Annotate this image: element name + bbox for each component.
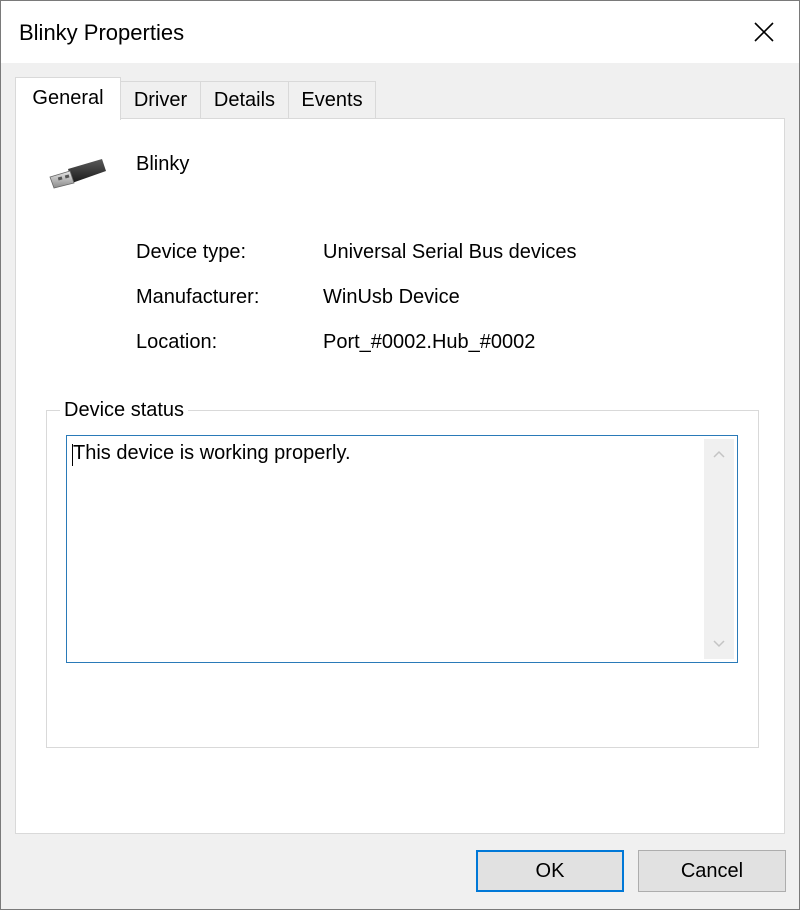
manufacturer-value: WinUsb Device xyxy=(323,286,460,308)
properties-dialog: Blinky Properties General Driver Details… xyxy=(0,0,800,910)
tab-events[interactable]: Events xyxy=(288,81,376,118)
cancel-button[interactable]: Cancel xyxy=(638,850,786,892)
tab-driver[interactable]: Driver xyxy=(120,81,201,118)
general-tab-panel: Blinky Device type: Universal Serial Bus… xyxy=(15,118,785,834)
device-status-textbox[interactable]: This device is working properly. xyxy=(66,435,738,663)
device-name: Blinky xyxy=(136,153,190,175)
location-label: Location: xyxy=(136,331,218,353)
chevron-up-icon xyxy=(713,450,725,458)
device-status-text: This device is working properly. xyxy=(73,442,351,464)
window-title: Blinky Properties xyxy=(19,20,185,45)
ok-button[interactable]: OK xyxy=(476,850,624,892)
manufacturer-label: Manufacturer: xyxy=(136,286,260,308)
chevron-down-icon xyxy=(713,640,725,648)
location-value: Port_#0002.Hub_#0002 xyxy=(323,331,536,353)
close-button[interactable] xyxy=(729,1,799,63)
title-bar[interactable]: Blinky Properties xyxy=(1,1,799,63)
scroll-up-button[interactable] xyxy=(704,439,734,469)
device-type-value: Universal Serial Bus devices xyxy=(323,241,577,263)
scroll-down-button[interactable] xyxy=(704,629,734,659)
usb-plug-icon xyxy=(49,159,106,189)
device-status-title: Device status xyxy=(60,399,189,421)
tab-details[interactable]: Details xyxy=(200,81,289,118)
close-icon xyxy=(754,22,774,42)
device-type-label: Device type: xyxy=(136,241,247,263)
tab-general[interactable]: General xyxy=(15,77,121,120)
status-scrollbar[interactable] xyxy=(704,439,734,659)
device-status-group: Device status This device is working pro… xyxy=(46,399,759,748)
